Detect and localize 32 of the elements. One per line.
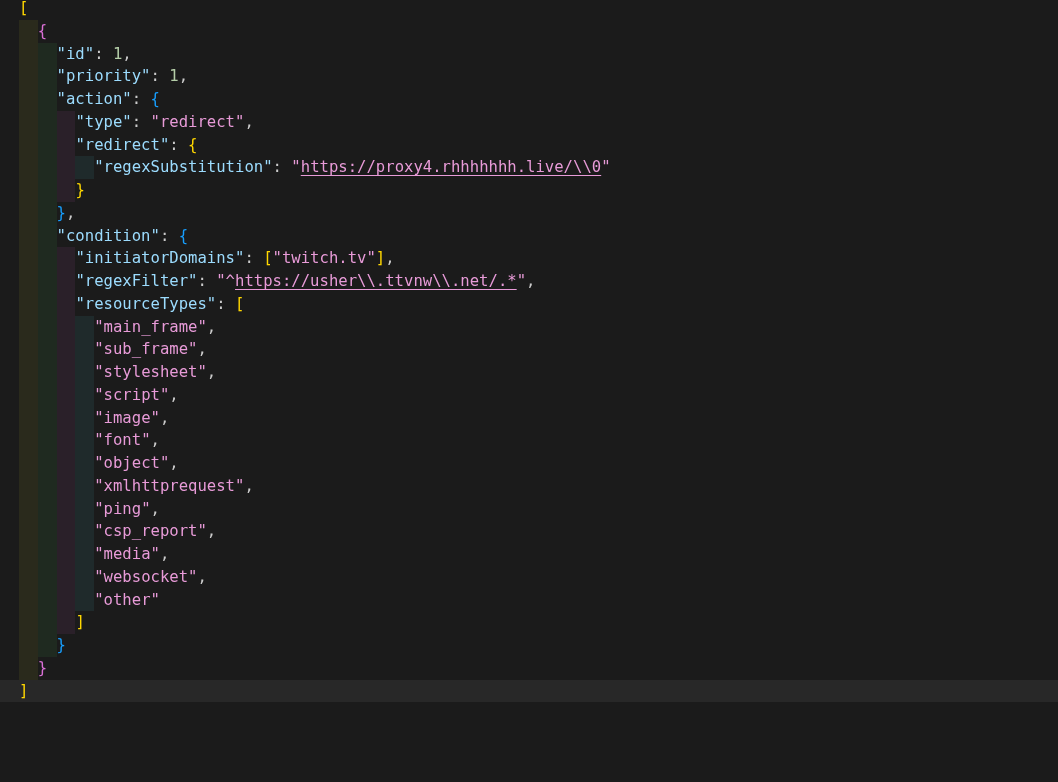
code-line: } (0, 634, 1058, 657)
code-line: "stylesheet", (0, 361, 1058, 384)
code-line: "websocket", (0, 565, 1058, 589)
code-line: "regexFilter": "^https://usher\\.ttvnw\\.net/.*", (0, 270, 1058, 293)
code-line: "font", (0, 429, 1058, 452)
code-line: } (0, 656, 1058, 680)
code-line: "id": 1, (0, 42, 1058, 66)
code-line: [ (18, 0, 30, 19)
code-line: "resourceTypes": [ (0, 292, 1058, 316)
code-line: "main_frame", (0, 315, 1058, 339)
code-line: "condition": { (0, 224, 1058, 248)
code-line: "type": "redirect", (0, 110, 1058, 134)
code-line: "media", (0, 543, 1058, 566)
code-line: }, (0, 201, 1058, 225)
code-line: "priority": 1, (0, 65, 1058, 88)
code-line: "redirect": { (0, 133, 1058, 157)
code-line: ] (0, 611, 1058, 634)
code-line: "action": { (0, 88, 1058, 111)
code-line: { (0, 19, 1058, 43)
url-link[interactable]: https://proxy4.rhhhhhhh.live/\\0 (300, 158, 602, 177)
code-line: "other" (0, 588, 1058, 612)
url-link[interactable]: https://usher\\.ttvnw\\.net/.* (235, 272, 517, 290)
code-line: "ping", (0, 497, 1058, 521)
code-line: "initiatorDomains": ["twitch.tv"], (0, 247, 1058, 270)
code-line: } (0, 179, 1058, 202)
code-line: "script", (0, 383, 1058, 407)
code-line: "object", (0, 452, 1058, 475)
code-line: "xmlhttprequest", (0, 474, 1058, 498)
code-line: "sub_frame", (0, 338, 1058, 361)
code-line: "regexSubstitution": "https://proxy4.rhhhhhhh.live/\\0" (0, 156, 1058, 179)
code-line: "csp_report", (0, 520, 1058, 543)
code-line: "image", (0, 406, 1058, 430)
